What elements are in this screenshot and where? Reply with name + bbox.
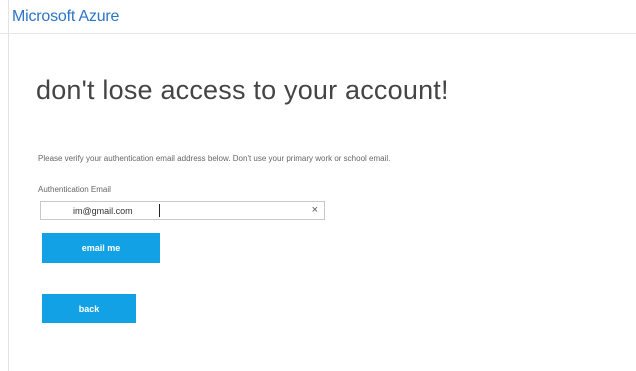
clear-icon[interactable]: × bbox=[312, 203, 318, 218]
header: Microsoft Azure bbox=[0, 0, 636, 34]
back-button[interactable]: back bbox=[42, 294, 136, 323]
email-input[interactable] bbox=[41, 202, 301, 219]
email-field[interactable]: × bbox=[40, 201, 325, 220]
email-label: Authentication Email bbox=[38, 185, 111, 194]
left-border bbox=[8, 0, 9, 371]
page: Microsoft Azure don't lose access to you… bbox=[0, 0, 636, 371]
brand-logo: Microsoft Azure bbox=[12, 8, 120, 25]
email-me-button[interactable]: email me bbox=[42, 233, 160, 263]
instructions-text: Please verify your authentication email … bbox=[38, 154, 391, 163]
page-title: don't lose access to your account! bbox=[36, 75, 449, 105]
text-caret bbox=[159, 204, 160, 217]
